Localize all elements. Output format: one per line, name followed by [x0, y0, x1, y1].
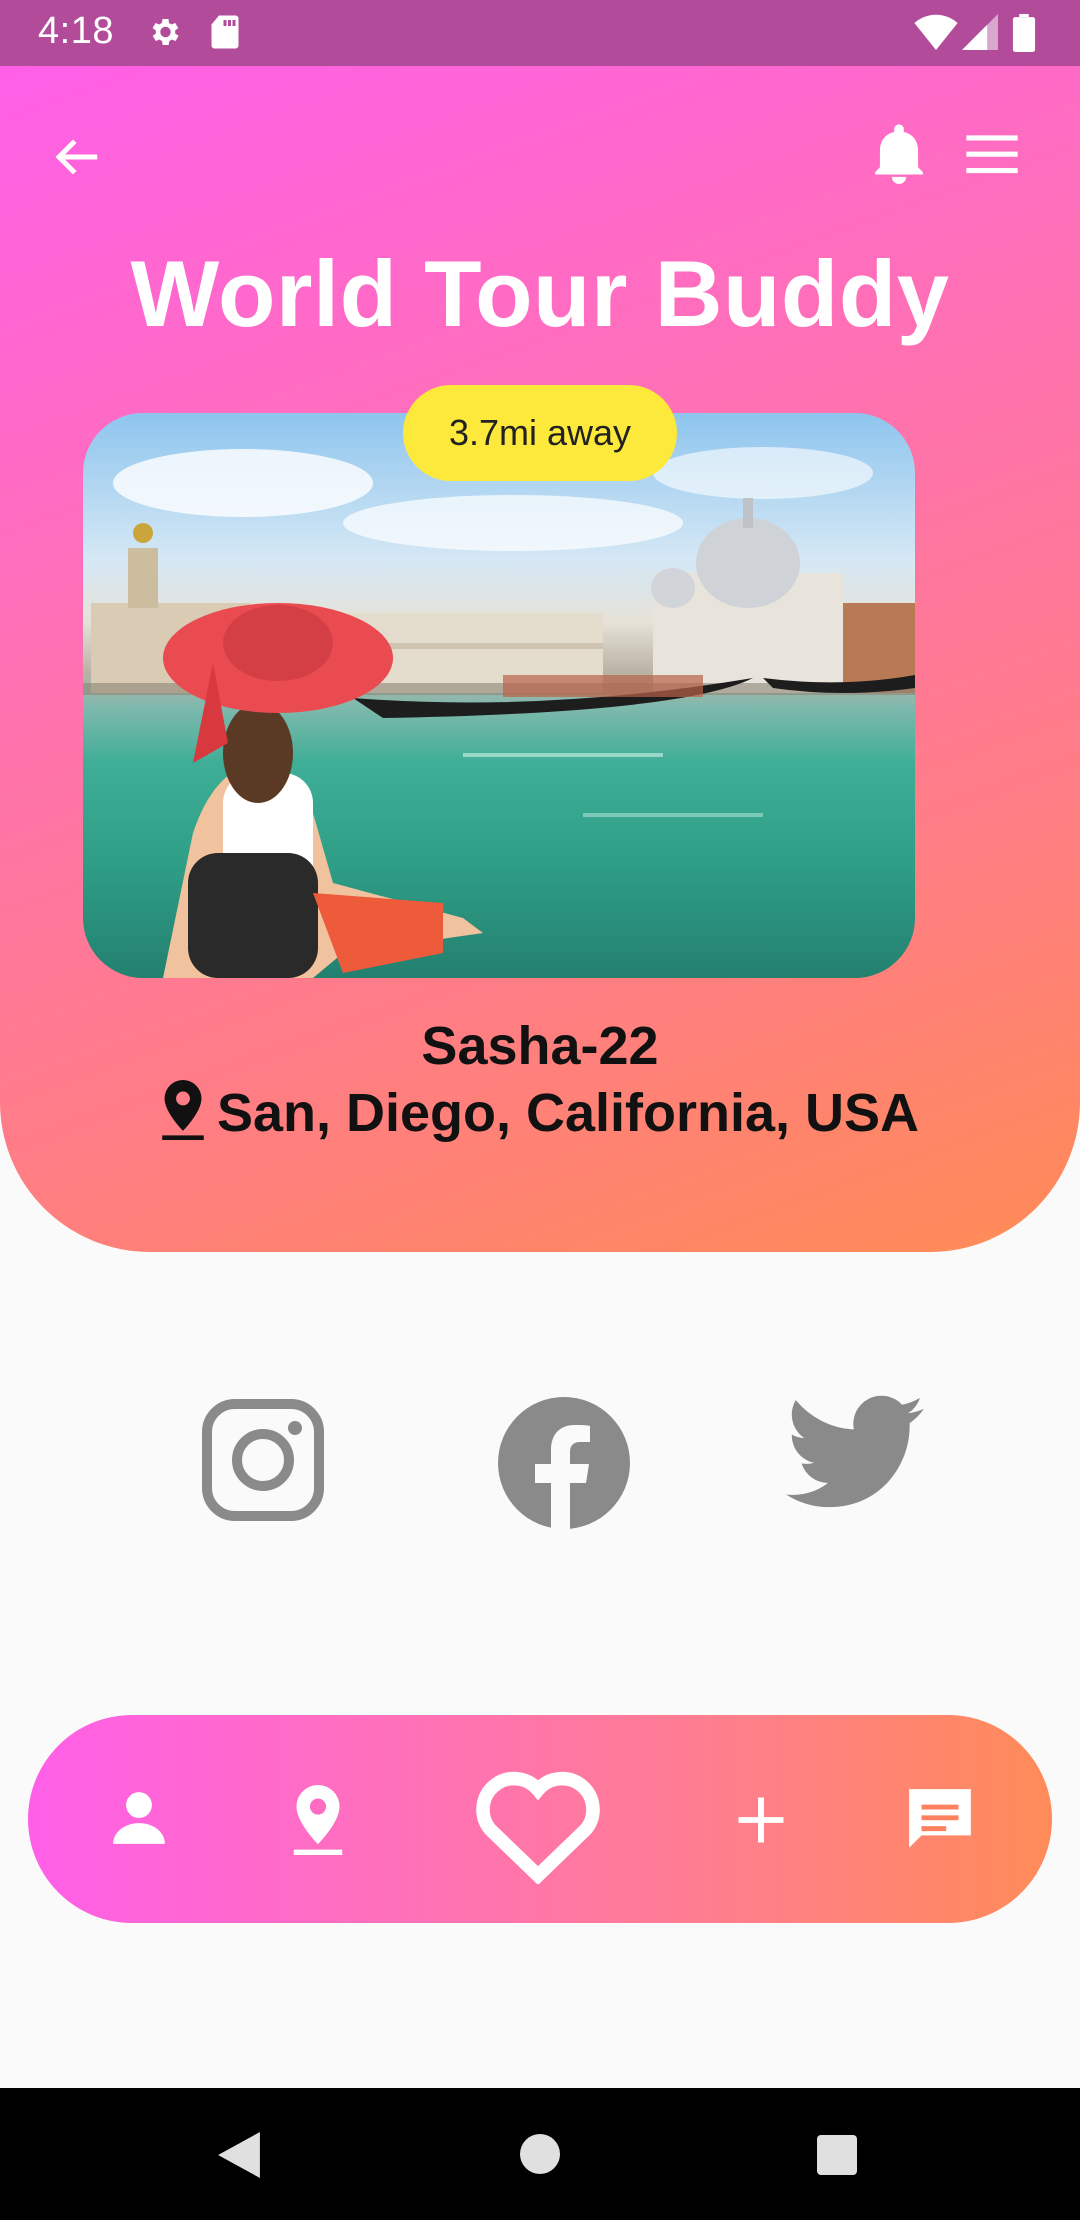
battery-icon — [1012, 14, 1036, 57]
distance-badge: 3.7mi away — [403, 385, 677, 481]
plus-icon — [734, 1797, 788, 1851]
twitter-icon — [785, 1395, 925, 1514]
location-text: San, Diego, California, USA — [216, 1082, 920, 1143]
profile-location: San, Diego, California, USA — [0, 1080, 1080, 1153]
home-circle-icon — [520, 2134, 560, 2178]
facebook-button[interactable] — [496, 1395, 636, 1531]
nav-add-button[interactable] — [734, 1793, 788, 1852]
location-pin-icon — [161, 1080, 205, 1153]
venice-photo-illustration — [83, 447, 915, 978]
wifi-icon — [914, 14, 958, 55]
menu-button[interactable] — [964, 130, 1020, 183]
page-title: World Tour Buddy — [130, 241, 950, 346]
nav-favorites-button[interactable] — [468, 1760, 608, 1889]
person-icon — [108, 1792, 170, 1853]
system-home-button[interactable] — [520, 2134, 560, 2179]
profile-photo[interactable] — [83, 413, 915, 978]
profile-name: Sasha-22 — [421, 1016, 659, 1076]
system-back-button[interactable] — [218, 2132, 260, 2183]
facebook-icon — [496, 1397, 632, 1535]
system-recents-button[interactable] — [817, 2135, 857, 2180]
signal-icon — [962, 14, 998, 55]
chat-icon — [903, 1789, 977, 1861]
sd-card-icon — [210, 14, 240, 55]
recents-square-icon — [817, 2135, 857, 2179]
settings-icon — [146, 14, 182, 55]
instagram-icon — [198, 1399, 328, 1529]
status-bar: 4:18 — [0, 0, 1080, 66]
back-arrow-icon — [50, 139, 104, 188]
status-time: 4:18 — [38, 10, 114, 52]
heart-icon — [468, 1771, 608, 1888]
location-pin-icon — [290, 1785, 346, 1859]
twitter-button[interactable] — [785, 1395, 925, 1525]
bell-icon — [870, 124, 928, 188]
nav-chat-button[interactable] — [903, 1783, 977, 1862]
back-button[interactable] — [50, 130, 104, 189]
back-triangle-icon — [218, 2132, 260, 2182]
system-navigation-bar — [0, 2088, 1080, 2220]
instagram-button[interactable] — [198, 1395, 338, 1525]
notifications-button[interactable] — [870, 122, 928, 189]
nav-profile-button[interactable] — [108, 1787, 170, 1854]
menu-icon — [964, 135, 1020, 182]
nav-location-button[interactable] — [290, 1785, 346, 1860]
bottom-navigation — [28, 1715, 1052, 1923]
